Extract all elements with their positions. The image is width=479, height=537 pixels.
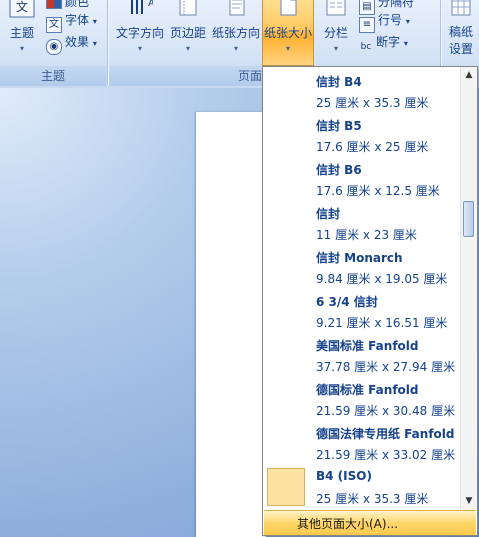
paper-size-item[interactable]: 德国标准 Fanfold 21.59 厘米 x 30.48 厘米 [263, 377, 461, 421]
document-page[interactable] [196, 112, 266, 537]
scroll-down-arrow-icon[interactable]: ▼ [461, 493, 477, 509]
paper-size-label: 纸张大小 [263, 26, 312, 40]
text-direction-icon: A [131, 0, 153, 14]
paper-size-name: 德国标准 Fanfold [316, 383, 419, 397]
paper-size-name: 信封 B4 [316, 75, 362, 89]
paper-size-item[interactable]: 德国法律专用纸 Fanfold 21.59 厘米 x 33.02 厘米 [263, 421, 461, 465]
more-paper-sizes-button[interactable]: 其他页面大小(A)... [264, 510, 476, 535]
paper-size-name: 信封 B5 [316, 119, 362, 133]
fonts-label: 字体 [65, 13, 90, 27]
paper-size-dimensions: 37.78 厘米 x 27.94 厘米 [316, 360, 456, 374]
fonts-dropdown-arrow: ▾ [92, 17, 97, 26]
orientation-button[interactable]: 纸张方向 ▾ [210, 0, 262, 64]
colors-label: 颜色 [65, 0, 90, 9]
manuscript-icon [451, 0, 471, 16]
line-numbers-label: 行号 [378, 13, 403, 27]
hyphenation-label: 断字 [376, 35, 401, 49]
paper-size-name: 6 3/4 信封 [316, 295, 378, 309]
paper-size-item[interactable]: 信封 B5 17.6 厘米 x 25 厘米 [263, 113, 461, 157]
paper-size-dimensions: 9.84 厘米 x 19.05 厘米 [316, 272, 448, 286]
svg-text:A: A [148, 0, 153, 9]
paper-size-dimensions: 21.59 厘米 x 30.48 厘米 [316, 404, 456, 418]
margins-button[interactable]: 页边距 ▾ [168, 0, 208, 64]
paper-size-item[interactable]: B4 (ISO) 25 厘米 x 35.3 厘米 [263, 465, 461, 509]
hyphenation-icon: bc [360, 42, 372, 52]
paper-size-thumbnail [267, 468, 305, 506]
orientation-label: 纸张方向 [211, 26, 260, 40]
fonts-icon: 文 [46, 17, 62, 33]
themes-label: 主题 [9, 26, 34, 40]
paper-size-item[interactable]: 6 3/4 信封 9.21 厘米 x 16.51 厘米 [263, 289, 461, 333]
paper-size-icon [280, 0, 297, 16]
paper-size-button[interactable]: 纸张大小 ▾ [262, 0, 314, 66]
fonts-button[interactable]: 文字体 ▾ [46, 10, 97, 33]
manuscript-label: 稿纸 设置 [448, 25, 473, 56]
paper-size-name: 信封 Monarch [316, 251, 403, 265]
effects-button[interactable]: ◉ 效果 ▾ [46, 32, 97, 55]
paper-size-dimensions: 25 厘米 x 35.3 厘米 [316, 96, 429, 110]
scroll-up-arrow-icon[interactable]: ▲ [461, 67, 477, 83]
paper-size-item[interactable]: 美国标准 Fanfold 37.78 厘米 x 27.94 厘米 [263, 333, 461, 377]
paper-size-name: 信封 B6 [316, 163, 362, 177]
paper-size-name: B4 (ISO) [316, 469, 372, 483]
paper-size-item[interactable]: 信封 Monarch 9.84 厘米 x 19.05 厘米 [263, 245, 461, 289]
effects-dropdown-arrow: ▾ [92, 39, 97, 48]
margins-icon [179, 0, 197, 16]
margins-dropdown-arrow: ▾ [185, 44, 190, 53]
hyphenation-dropdown-arrow: ▾ [403, 39, 408, 48]
line-numbers-icon: ≡ [359, 17, 375, 33]
columns-dropdown-arrow: ▾ [333, 44, 338, 53]
paper-size-gallery: 信封 B4 25 厘米 x 35.3 厘米 信封 B5 17.6 厘米 x 25 厘米… [262, 66, 478, 536]
margins-label: 页边距 [169, 26, 206, 40]
orientation-icon [229, 0, 245, 16]
themes-group-label: 主题 [40, 69, 65, 83]
svg-text:文: 文 [16, 0, 28, 14]
columns-button[interactable]: 分栏 ▾ [318, 0, 354, 64]
more-paper-sizes-label: 其他页面大小(A)... [297, 517, 399, 531]
paper-size-dimensions: 25 厘米 x 35.3 厘米 [316, 492, 429, 506]
themes-icon: 文 [9, 0, 35, 18]
manuscript-button[interactable]: 稿纸 设置 [443, 0, 479, 64]
line-numbers-dropdown-arrow: ▾ [405, 17, 410, 26]
paper-size-dimensions: 21.59 厘米 x 33.02 厘米 [316, 448, 456, 462]
paper-size-dimensions: 9.21 厘米 x 16.51 厘米 [316, 316, 448, 330]
effects-icon: ◉ [46, 39, 62, 55]
text-direction-label: 文字方向 [115, 26, 164, 40]
breaks-label: 分隔符 [378, 0, 415, 9]
scroll-thumb[interactable] [463, 201, 474, 237]
paper-size-name: 德国法律专用纸 Fanfold [316, 427, 455, 441]
themes-dropdown-arrow: ▾ [19, 44, 24, 53]
paper-size-dimensions: 11 厘米 x 23 厘米 [316, 228, 417, 242]
paper-size-dropdown-arrow: ▾ [285, 44, 290, 53]
text-direction-dropdown-arrow: ▾ [137, 44, 142, 53]
paper-size-item[interactable]: 信封 B4 25 厘米 x 35.3 厘米 [263, 69, 461, 113]
line-numbers-button[interactable]: ≡ 行号 ▾ [359, 10, 410, 33]
group-separator [107, 0, 108, 86]
gallery-scrollbar[interactable]: ▲ ▼ [460, 67, 477, 509]
columns-label: 分栏 [323, 26, 348, 40]
hyphenation-button[interactable]: bc 断字 ▾ [359, 32, 408, 52]
paper-size-name: 美国标准 Fanfold [316, 339, 419, 353]
paper-size-name: 信封 [316, 207, 341, 221]
columns-icon [326, 0, 346, 16]
paper-size-list: 信封 B4 25 厘米 x 35.3 厘米 信封 B5 17.6 厘米 x 25 厘米… [263, 67, 461, 509]
paper-size-item[interactable]: 信封 11 厘米 x 23 厘米 [263, 201, 461, 245]
paper-size-dimensions: 17.6 厘米 x 12.5 厘米 [316, 184, 440, 198]
paper-size-dimensions: 17.6 厘米 x 25 厘米 [316, 140, 429, 154]
paper-size-item[interactable]: 信封 B6 17.6 厘米 x 12.5 厘米 [263, 157, 461, 201]
orientation-dropdown-arrow: ▾ [233, 44, 238, 53]
text-direction-button[interactable]: A 文字方向 ▾ [114, 0, 166, 64]
colors-icon [46, 0, 62, 9]
themes-button[interactable]: 文 主题 ▾ [2, 0, 42, 64]
effects-label: 效果 [65, 35, 90, 49]
